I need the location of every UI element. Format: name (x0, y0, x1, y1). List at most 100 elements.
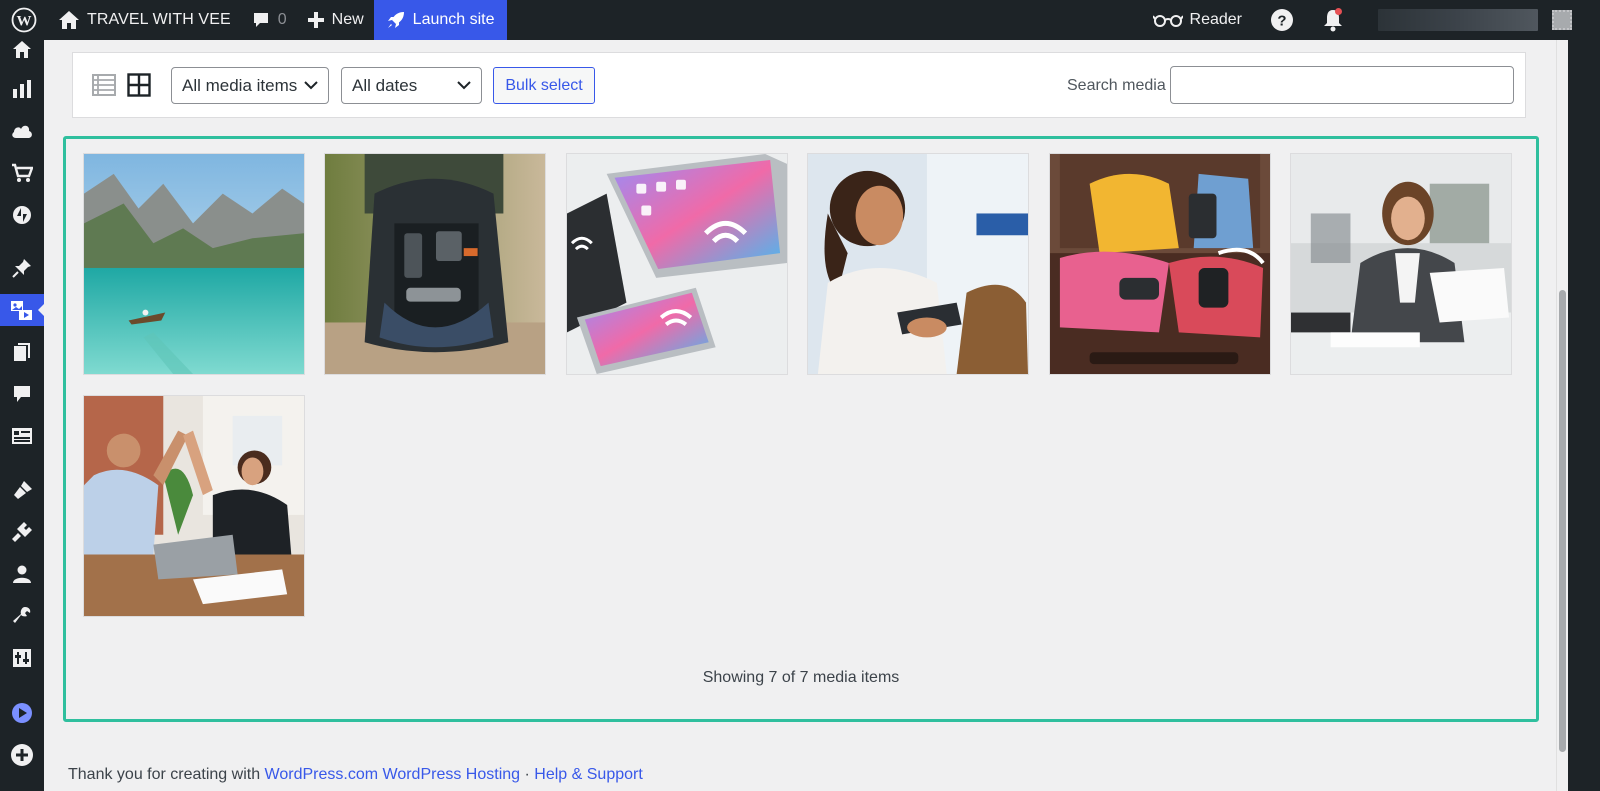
reader-link[interactable]: Reader (1139, 0, 1256, 40)
sidebar-item-users[interactable] (0, 558, 44, 590)
comments-link[interactable]: 0 (241, 0, 297, 40)
media-type-filter-value: All media items (182, 75, 298, 95)
reader-label: Reader (1189, 11, 1242, 28)
comments-count: 0 (277, 11, 287, 28)
avatar[interactable] (1552, 10, 1572, 30)
media-item-woman-airport[interactable] (807, 153, 1029, 375)
sidebar-item-appearance[interactable] (0, 474, 44, 506)
sidebar-item-pages[interactable] (0, 336, 44, 368)
admin-bar-right: Reader ? (1139, 0, 1600, 40)
media-library: All media items All dates Bulk select Se… (44, 40, 1556, 791)
media-type-filter[interactable]: All media items (171, 67, 329, 104)
sidebar-item-jetpack[interactable] (0, 199, 44, 231)
tablet-phone-wifi-image (567, 154, 787, 374)
sidebar-item-tools[interactable] (0, 600, 44, 632)
footer-link-help-support[interactable]: Help & Support (534, 766, 643, 783)
jetpack-icon (13, 206, 31, 224)
media-count-status: Showing 7 of 7 media items (702, 669, 900, 686)
open-backpack-image (325, 154, 545, 374)
launch-site-label: Launch site (412, 11, 495, 28)
media-item-tablet-phone[interactable] (566, 153, 788, 375)
woman-phone-airport-image (808, 154, 1028, 374)
search-media-label: Search media (1067, 77, 1166, 94)
mountain-lake-image (84, 154, 304, 374)
page-scrollbar-thumb[interactable] (1559, 290, 1566, 752)
list-view-icon (92, 74, 116, 96)
wordpress-logo-icon: W (11, 7, 37, 33)
admin-footer: Thank you for creating with WordPress.co… (68, 766, 643, 784)
chevron-down-icon (457, 81, 471, 90)
site-name-link[interactable]: TRAVEL WITH VEE (48, 0, 241, 40)
cart-icon (12, 163, 33, 182)
chevron-down-icon (304, 81, 318, 90)
media-item-woman-documents[interactable] (1290, 153, 1512, 375)
list-view-button[interactable] (92, 73, 116, 102)
sidebar-item-plugins[interactable] (0, 516, 44, 548)
plus-icon (307, 12, 324, 28)
cloud-icon (12, 125, 32, 138)
sidebar-item-media[interactable] (0, 294, 45, 326)
open-suitcase-image (1050, 154, 1270, 374)
feedback-icon (12, 428, 32, 444)
sidebar-item-posts[interactable] (0, 252, 44, 284)
media-toolbar: All media items All dates Bulk select Se… (72, 52, 1526, 118)
new-content-button[interactable]: New (297, 0, 374, 40)
media-item-backpack[interactable] (324, 153, 546, 375)
new-label: New (331, 11, 364, 28)
tools-icon (13, 607, 31, 623)
media-grid: Showing 7 of 7 media items (63, 136, 1539, 722)
notification-dot (1335, 8, 1342, 15)
appearance-icon (14, 481, 32, 499)
grid-view-icon (127, 73, 151, 97)
comment-bubble-icon (253, 13, 268, 27)
add-icon (11, 744, 33, 766)
account-name-blurred[interactable] (1378, 9, 1538, 31)
sidebar-item-comments[interactable] (0, 378, 44, 410)
woman-reading-documents-image (1291, 154, 1511, 374)
settings-icon (13, 649, 31, 667)
sidebar-item-play[interactable] (0, 697, 44, 729)
media-icon (11, 301, 32, 320)
date-filter-value: All dates (352, 75, 418, 95)
date-filter[interactable]: All dates (341, 67, 482, 104)
sidebar-item-feedback[interactable] (0, 420, 44, 452)
notifications-button[interactable] (1308, 0, 1358, 40)
sidebar-item-woocommerce[interactable] (0, 157, 44, 189)
play-icon (12, 703, 32, 723)
svg-text:?: ? (1277, 13, 1286, 30)
help-button[interactable]: ? (1256, 0, 1308, 40)
media-item-suitcase[interactable] (1049, 153, 1271, 375)
rocket-icon (387, 12, 404, 28)
plugins-icon (12, 522, 32, 542)
comments-icon (14, 386, 30, 402)
users-icon (13, 565, 31, 583)
admin-bar: W TRAVEL WITH VEE 0 New Launch site Read… (0, 0, 1600, 40)
reader-glasses-icon (1152, 15, 1183, 27)
site-name: TRAVEL WITH VEE (87, 11, 231, 28)
sidebar-item-settings[interactable] (0, 642, 44, 674)
stats-icon (13, 80, 31, 98)
pages-icon (14, 343, 30, 361)
home-icon (13, 41, 31, 58)
sidebar-item-stats[interactable] (0, 73, 44, 105)
footer-link-wordpress-hosting[interactable]: WordPress Hosting (383, 766, 521, 783)
wordpress-logo-button[interactable]: W (0, 0, 48, 40)
sidebar-item-hosting[interactable] (0, 115, 44, 147)
launch-site-button[interactable]: Launch site (373, 0, 507, 40)
footer-text: Thank you for creating with (68, 766, 261, 783)
search-media-input[interactable] (1170, 66, 1514, 104)
svg-text:W: W (17, 14, 32, 30)
media-item-mountain-lake[interactable] (83, 153, 305, 375)
sidebar-item-add[interactable] (0, 739, 44, 771)
admin-sidebar (0, 40, 45, 791)
footer-link-wordpress-com[interactable]: WordPress.com (265, 766, 379, 783)
bulk-select-button[interactable]: Bulk select (493, 67, 595, 104)
window-edge (1568, 0, 1600, 791)
footer-separator: · (524, 766, 530, 783)
pin-icon (12, 259, 31, 278)
help-icon: ? (1271, 9, 1293, 31)
media-item-office-highfive[interactable] (83, 395, 305, 617)
office-high-five-image (84, 396, 304, 616)
grid-view-button[interactable] (127, 73, 151, 102)
home-icon (59, 11, 79, 29)
